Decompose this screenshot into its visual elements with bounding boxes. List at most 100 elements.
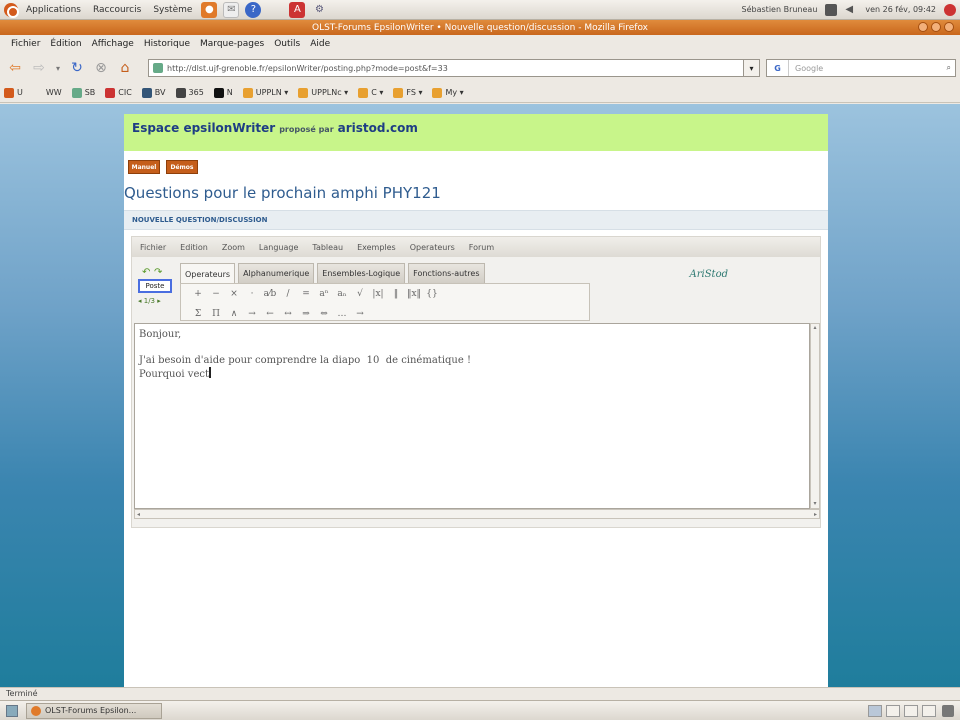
- editor-menu-zoom[interactable]: Zoom: [222, 243, 245, 252]
- menu-outils[interactable]: Outils: [269, 39, 305, 49]
- editor-menu-operateurs[interactable]: Operateurs: [410, 243, 455, 252]
- tab-alphanumerique[interactable]: Alphanumerique: [238, 263, 315, 283]
- palette-symbol-button[interactable]: ‖x‖: [405, 289, 423, 299]
- palette-symbol-button[interactable]: Π: [207, 309, 225, 319]
- shortcuts-menu[interactable]: Raccourcis: [87, 5, 147, 15]
- minimize-button[interactable]: [918, 22, 928, 32]
- bookmark-item[interactable]: FS ▾: [393, 87, 422, 98]
- page-navigator[interactable]: ◂ 1/3 ▸: [138, 297, 161, 305]
- poste-button[interactable]: Poste: [138, 279, 172, 293]
- workspace-1[interactable]: [868, 704, 882, 717]
- system-menu[interactable]: Système: [147, 5, 198, 15]
- horizontal-scrollbar[interactable]: ◂ ▸: [134, 509, 820, 519]
- taskbar-firefox-button[interactable]: OLST-Forums Epsilon...: [26, 702, 162, 719]
- bookmark-item[interactable]: My ▾: [432, 87, 464, 98]
- workspace-3[interactable]: [904, 704, 918, 717]
- vertical-scrollbar[interactable]: ▴ ▾: [810, 323, 820, 509]
- applications-menu[interactable]: Applications: [20, 5, 87, 15]
- reload-icon[interactable]: ↻: [68, 59, 86, 77]
- bookmark-item[interactable]: WW: [32, 87, 62, 98]
- firefox-launcher-icon[interactable]: ●: [201, 1, 218, 18]
- menu-marque-pages[interactable]: Marque-pages: [195, 39, 269, 49]
- maximize-button[interactable]: [931, 22, 941, 32]
- user-name[interactable]: Sébastien Bruneau: [742, 5, 818, 14]
- undo-icon[interactable]: ↶: [142, 267, 150, 278]
- ubuntu-logo-icon[interactable]: [4, 2, 19, 18]
- menu-edition[interactable]: Édition: [45, 39, 86, 49]
- search-icon[interactable]: ⌕: [947, 63, 955, 73]
- palette-symbol-button[interactable]: a⁄b: [261, 289, 279, 299]
- mail-launcher-icon[interactable]: ✉: [223, 1, 240, 18]
- bookmark-item[interactable]: UPPLN ▾: [242, 87, 288, 98]
- editor-menu-edition[interactable]: Edition: [180, 243, 208, 252]
- bookmark-item[interactable]: C ▾: [358, 87, 383, 98]
- volume-icon[interactable]: ◀: [845, 4, 857, 16]
- history-dropdown-icon[interactable]: ▾: [54, 59, 62, 77]
- palette-symbol-button[interactable]: =: [297, 289, 315, 299]
- palette-symbol-button[interactable]: |x|: [369, 289, 387, 299]
- trash-icon[interactable]: [942, 704, 954, 717]
- palette-symbol-button[interactable]: −: [207, 289, 225, 299]
- tab-operateurs[interactable]: Operateurs: [180, 263, 236, 284]
- editor-menu-forum[interactable]: Forum: [469, 243, 494, 252]
- palette-symbol-button[interactable]: ×: [225, 289, 243, 299]
- editor-menu-language[interactable]: Language: [259, 243, 298, 252]
- scroll-up-icon[interactable]: ▴: [812, 325, 818, 331]
- palette-symbol-button[interactable]: √: [351, 289, 369, 299]
- back-icon[interactable]: ⇦: [6, 59, 24, 77]
- help-launcher-icon[interactable]: ?: [245, 1, 262, 18]
- url-bar[interactable]: http://dlst.ujf-grenoble.fr/epsilonWrite…: [148, 59, 744, 77]
- printer-icon[interactable]: [825, 3, 838, 16]
- palette-symbol-button[interactable]: ·: [243, 289, 261, 299]
- clock[interactable]: ven 26 fév, 09:42: [865, 5, 936, 14]
- menu-affichage[interactable]: Affichage: [87, 39, 139, 49]
- editor-menu-exemples[interactable]: Exemples: [357, 243, 396, 252]
- blank-launcher-icon[interactable]: [267, 2, 283, 18]
- palette-symbol-button[interactable]: ⇔: [315, 309, 333, 319]
- scroll-left-icon[interactable]: ◂: [137, 511, 140, 518]
- palette-symbol-button[interactable]: …: [333, 309, 351, 319]
- palette-symbol-button[interactable]: →: [351, 309, 369, 319]
- network-launcher-icon[interactable]: ⚙: [311, 2, 327, 18]
- search-box[interactable]: G Google ⌕: [766, 59, 956, 77]
- palette-symbol-button[interactable]: ↔: [279, 309, 297, 319]
- bookmark-item[interactable]: SB: [71, 87, 95, 98]
- palette-symbol-button[interactable]: →: [243, 309, 261, 319]
- home-icon[interactable]: ⌂: [116, 59, 134, 77]
- scroll-down-icon[interactable]: ▾: [812, 501, 818, 507]
- power-icon[interactable]: [944, 3, 956, 16]
- palette-symbol-button[interactable]: +: [189, 289, 207, 299]
- editor-menu-fichier[interactable]: Fichier: [140, 243, 166, 252]
- scroll-right-icon[interactable]: ▸: [814, 511, 817, 518]
- palette-symbol-button[interactable]: ∧: [225, 309, 243, 319]
- demos-button[interactable]: Démos: [166, 160, 198, 174]
- palette-symbol-button[interactable]: aₙ: [333, 289, 351, 299]
- menu-aide[interactable]: Aide: [305, 39, 335, 49]
- workspace-2[interactable]: [886, 704, 900, 717]
- palette-symbol-button[interactable]: Σ: [189, 309, 207, 319]
- bookmark-item[interactable]: CIC: [105, 87, 132, 98]
- manuel-button[interactable]: Manuel: [128, 160, 160, 174]
- message-textarea[interactable]: Bonjour, J'ai besoin d'aide pour compren…: [134, 323, 810, 509]
- bookmark-item[interactable]: 365: [175, 87, 204, 98]
- bookmark-item[interactable]: BV: [141, 87, 166, 98]
- tab-fonctions-autres[interactable]: Fonctions-autres: [408, 263, 485, 283]
- banner-site-link[interactable]: aristod.com: [338, 121, 418, 135]
- pdf-launcher-icon[interactable]: A: [289, 1, 306, 18]
- palette-symbol-button[interactable]: ‖: [387, 289, 405, 299]
- close-button[interactable]: [944, 22, 954, 32]
- palette-symbol-button[interactable]: ←: [261, 309, 279, 319]
- palette-symbol-button[interactable]: {}: [423, 289, 441, 299]
- tab-ensembles-logique[interactable]: Ensembles-Logique: [317, 263, 406, 283]
- bookmark-item[interactable]: UPPLNc ▾: [298, 87, 348, 98]
- bookmark-item[interactable]: N: [213, 87, 233, 98]
- menu-fichier[interactable]: Fichier: [6, 39, 45, 49]
- workspace-4[interactable]: [922, 704, 936, 717]
- menu-historique[interactable]: Historique: [139, 39, 195, 49]
- search-input[interactable]: Google: [789, 64, 947, 73]
- palette-symbol-button[interactable]: /: [279, 289, 297, 299]
- forward-icon[interactable]: ⇨: [30, 59, 48, 77]
- bookmark-item[interactable]: U: [4, 87, 23, 98]
- palette-symbol-button[interactable]: aⁿ: [315, 289, 333, 299]
- stop-icon[interactable]: ⊗: [92, 59, 110, 77]
